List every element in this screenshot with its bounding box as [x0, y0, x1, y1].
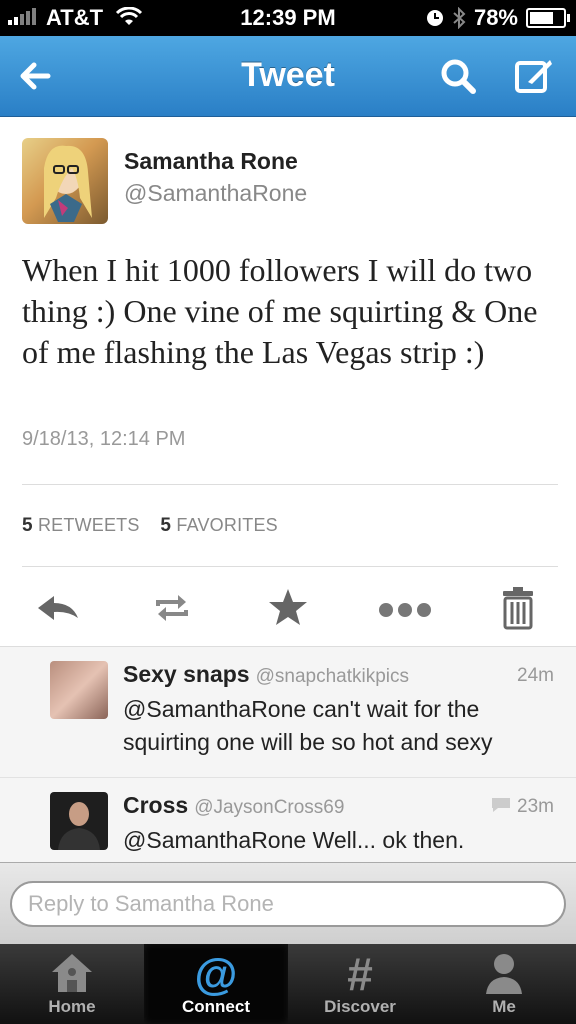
author-name[interactable]: Samantha Rone [124, 148, 298, 175]
retweets-stat[interactable]: 5 RETWEETS [22, 515, 140, 536]
tweet-text: When I hit 1000 followers I will do two … [22, 252, 538, 370]
reply-item[interactable]: Sexy snaps @snapchatkikpics 24m @Samantha… [0, 647, 576, 778]
tab-connect[interactable]: @ Connect [144, 944, 288, 1024]
conversation-bubble-icon [491, 798, 510, 812]
hashtag-icon: # [347, 950, 373, 996]
battery-percent: 78% [473, 5, 518, 30]
tab-discover[interactable]: # Discover [288, 944, 432, 1024]
bluetooth-icon [453, 7, 466, 29]
reply-avatar[interactable] [50, 661, 108, 719]
svg-text:#: # [347, 950, 373, 996]
retweet-icon[interactable] [148, 584, 196, 632]
reply-text: @SamanthaRone can't wait for the squirti… [123, 696, 493, 755]
tweet-stats: 5 RETWEETS 5 FAVORITES [22, 515, 278, 537]
tab-label: Home [48, 997, 96, 1016]
tab-label: Me [492, 997, 516, 1016]
reply-item[interactable]: Cross @JaysonCross69 23m @SamanthaRone We… [0, 778, 576, 863]
reply-avatar[interactable] [50, 792, 108, 850]
favorite-star-icon[interactable] [264, 584, 312, 632]
tab-label: Discover [324, 997, 396, 1016]
search-icon[interactable] [436, 54, 480, 98]
page-title: Tweet [241, 56, 335, 94]
tweet-timestamp: 9/18/13, 12:14 PM [22, 428, 186, 450]
compose-icon[interactable] [512, 54, 556, 98]
alarm-icon [426, 10, 443, 26]
reply-bar [0, 862, 576, 945]
replies-list: Sexy snaps @snapchatkikpics 24m @Samantha… [0, 646, 576, 863]
battery-icon [526, 8, 570, 28]
tab-bar: Home @ Connect # Discover Me [0, 944, 576, 1024]
reply-time: 23m [490, 796, 554, 818]
delete-trash-icon[interactable] [494, 584, 542, 632]
home-icon [52, 954, 92, 992]
reply-author[interactable]: Cross @JaysonCross69 [123, 792, 344, 819]
person-icon [486, 954, 522, 994]
more-dots-icon[interactable] [378, 584, 434, 632]
at-icon: @ [195, 950, 238, 996]
divider [22, 484, 558, 485]
divider [22, 566, 558, 567]
reply-input[interactable] [10, 881, 566, 927]
tab-home[interactable]: Home [0, 944, 144, 1024]
navigation-bar: Tweet [0, 36, 576, 117]
svg-text:@: @ [195, 950, 238, 996]
reply-author[interactable]: Sexy snaps @snapchatkikpics [123, 661, 409, 688]
tab-me[interactable]: Me [432, 944, 576, 1024]
reply-text: @SamanthaRone Well... ok then. [123, 827, 465, 853]
author-handle[interactable]: @SamanthaRone [124, 180, 307, 207]
tweet-actions [0, 580, 576, 636]
tab-label: Connect [182, 997, 250, 1016]
favorites-stat[interactable]: 5 FAVORITES [160, 515, 277, 536]
reply-time: 24m [517, 665, 554, 686]
status-bar: AT&T 12:39 PM 78% [0, 0, 576, 36]
reply-icon[interactable] [34, 584, 82, 632]
author-avatar[interactable] [22, 138, 108, 224]
